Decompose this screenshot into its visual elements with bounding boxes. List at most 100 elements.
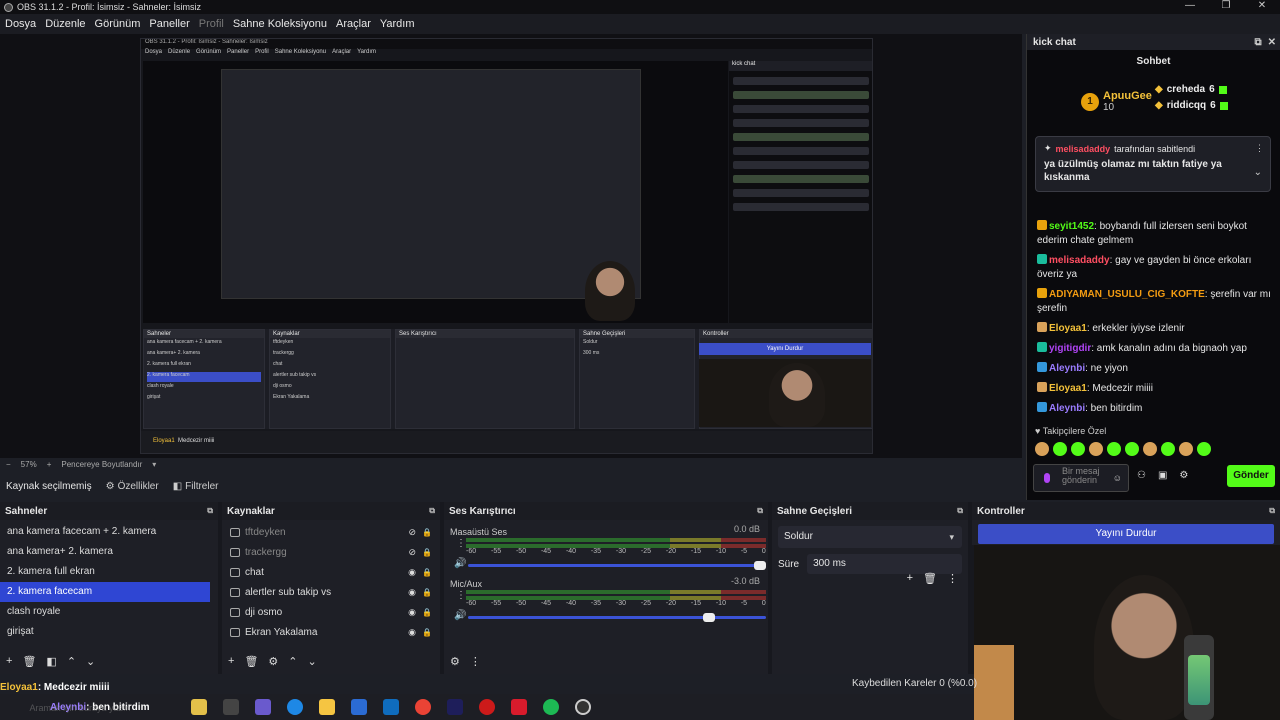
transition-select[interactable]: Soldur ▾ — [778, 526, 962, 548]
arrow-up-icon[interactable]: ⌃ — [67, 655, 76, 668]
close-icon[interactable]: ✕ — [1244, 0, 1280, 11]
fit-to-window[interactable]: Pencereye Boyutlandır — [61, 460, 142, 469]
chevron-down-icon[interactable]: ⌄ — [1254, 167, 1262, 178]
lock-icon[interactable]: 🔒 — [422, 588, 432, 597]
popout-icon[interactable]: ⧉ — [1269, 506, 1275, 516]
add-icon[interactable]: + — [6, 655, 12, 668]
scene-item[interactable]: 2. kamera full ekran — [0, 562, 218, 582]
menu-tools[interactable]: Araçlar — [336, 18, 371, 30]
close-icon[interactable]: ✕ — [1268, 37, 1276, 48]
gift-icon[interactable]: ▣ — [1158, 470, 1167, 481]
zoom-in-icon[interactable]: + — [47, 460, 52, 469]
scene-item[interactable]: ana kamera+ 2. kamera — [0, 542, 218, 562]
arrow-down-icon[interactable]: ⌄ — [308, 655, 317, 668]
source-item[interactable]: chat ◉ 🔒 — [222, 562, 440, 582]
source-item[interactable]: Ekran Yakalama ◉ 🔒 — [222, 622, 440, 642]
chat-user[interactable]: yigitigdir — [1049, 343, 1091, 354]
arrow-down-icon[interactable]: ⌄ — [86, 655, 95, 668]
popout-icon[interactable]: ⧉ — [757, 506, 763, 516]
eye-icon[interactable]: ◉ — [408, 627, 416, 638]
emoji-icon[interactable]: ☺ — [1113, 474, 1122, 483]
filters-button[interactable]: ◧ Filtreler — [173, 481, 219, 492]
trash-icon[interactable]: 🗑 — [244, 655, 258, 668]
copilot-sparkle-icon[interactable] — [190, 699, 207, 715]
menu-edit[interactable]: Düzenle — [45, 18, 85, 30]
chrome-icon[interactable] — [414, 699, 431, 715]
eye-hidden-icon[interactable]: ⊘ — [408, 547, 416, 558]
more-icon[interactable]: ⋮ — [947, 572, 958, 585]
filter-icon[interactable]: ◧ — [46, 655, 56, 668]
copilot-icon[interactable] — [254, 699, 271, 715]
scene-item[interactable]: clash royale — [0, 602, 218, 622]
more-icon[interactable]: ⋮ — [1255, 143, 1264, 154]
source-item[interactable]: trackergg ⊘ 🔒 — [222, 542, 440, 562]
scene-item[interactable]: ana kamera facecam + 2. kamera — [0, 522, 218, 542]
gear-icon[interactable]: ⚙ — [450, 655, 460, 668]
duration-input[interactable]: 300 ms — [807, 554, 962, 574]
menu-help[interactable]: Yardım — [380, 18, 415, 30]
premiere-icon[interactable] — [446, 699, 463, 715]
taskview-icon[interactable] — [222, 699, 239, 715]
chat-user[interactable]: ADIYAMAN_USULU_CIG_KOFTE — [1049, 289, 1205, 300]
outlook-icon[interactable] — [382, 699, 399, 715]
gear-icon[interactable]: ⚙ — [268, 655, 278, 668]
mic-icon[interactable] — [1044, 473, 1050, 483]
taskbar-search[interactable]: Aramak için buraya yazın — [29, 703, 130, 713]
chat-user[interactable]: Aleynbi — [1049, 403, 1085, 414]
scene-item[interactable]: girişat — [0, 622, 218, 642]
popout-icon[interactable]: ⧉ — [207, 506, 213, 516]
more-icon[interactable]: ⋮ — [456, 590, 466, 601]
obs-icon[interactable] — [574, 699, 591, 715]
emote-icon[interactable] — [1053, 442, 1067, 456]
popout-icon[interactable]: ⧉ — [957, 506, 963, 516]
volume-slider[interactable] — [468, 613, 766, 622]
spotify-icon[interactable] — [542, 699, 559, 715]
more-icon[interactable]: ⋮ — [470, 655, 481, 668]
chat-user[interactable]: Aleynbi — [1049, 363, 1085, 374]
emote-icon[interactable] — [1197, 442, 1211, 456]
vivaldi-icon[interactable] — [510, 699, 527, 715]
source-item[interactable]: dji osmo ◉ 🔒 — [222, 602, 440, 622]
scene-item-selected[interactable]: 2. kamera facecam — [0, 582, 210, 602]
chat-user[interactable]: Eloyaa1 — [1049, 383, 1087, 394]
pinned-message[interactable]: ✦ melisadaddy tarafından sabitlendi ya ü… — [1035, 136, 1271, 192]
chat-message-input[interactable]: Bir mesaj gönderin ☺ — [1033, 464, 1129, 492]
speaker-icon[interactable]: 🔊 — [454, 558, 466, 569]
menu-scene-collection[interactable]: Sahne Koleksiyonu — [233, 18, 327, 30]
chat-user[interactable]: seyit1452 — [1049, 221, 1094, 232]
eye-icon[interactable]: ◉ — [408, 607, 416, 618]
eye-icon[interactable]: ◉ — [408, 567, 416, 578]
volume-knob[interactable] — [754, 561, 766, 570]
menu-file[interactable]: Dosya — [5, 18, 36, 30]
emote-icon[interactable] — [1035, 442, 1049, 456]
arrow-up-icon[interactable]: ⌃ — [288, 655, 297, 668]
maximize-icon[interactable]: ❐ — [1208, 0, 1244, 11]
stop-streaming-button[interactable]: Yayını Durdur — [978, 524, 1274, 544]
chevron-down-icon[interactable]: ▾ — [152, 460, 156, 469]
menu-docks[interactable]: Paneller — [149, 18, 189, 30]
volume-knob[interactable] — [702, 613, 715, 622]
emote-icon[interactable] — [1125, 442, 1139, 456]
opera-icon[interactable] — [478, 699, 495, 715]
popout-icon[interactable]: ⧉ — [1254, 37, 1261, 48]
lock-icon[interactable]: 🔒 — [422, 528, 432, 537]
properties-button[interactable]: ⚙ Özellikler — [106, 481, 159, 492]
trash-icon[interactable]: 🗑 — [22, 655, 36, 668]
popout-icon[interactable]: ⧉ — [429, 506, 435, 516]
source-item[interactable]: tftdeyken ⊘ 🔒 — [222, 522, 440, 542]
menu-view[interactable]: Görünüm — [95, 18, 141, 30]
send-button[interactable]: Gönder — [1227, 465, 1275, 487]
minimize-icon[interactable]: — — [1172, 0, 1208, 11]
chat-user[interactable]: Eloyaa1 — [1049, 323, 1087, 334]
lock-icon[interactable]: 🔒 — [422, 628, 432, 637]
lock-icon[interactable]: 🔒 — [422, 548, 432, 557]
add-icon[interactable]: + — [228, 655, 234, 668]
gear-icon[interactable]: ⚙ — [1179, 470, 1188, 481]
chat-user[interactable]: melisadaddy — [1049, 255, 1110, 266]
emote-icon[interactable] — [1107, 442, 1121, 456]
lock-icon[interactable]: 🔒 — [422, 608, 432, 617]
speaker-icon[interactable]: 🔊 — [454, 610, 466, 621]
lock-icon[interactable]: 🔒 — [422, 568, 432, 577]
edge-icon[interactable] — [286, 699, 303, 715]
volume-slider[interactable] — [468, 561, 766, 570]
